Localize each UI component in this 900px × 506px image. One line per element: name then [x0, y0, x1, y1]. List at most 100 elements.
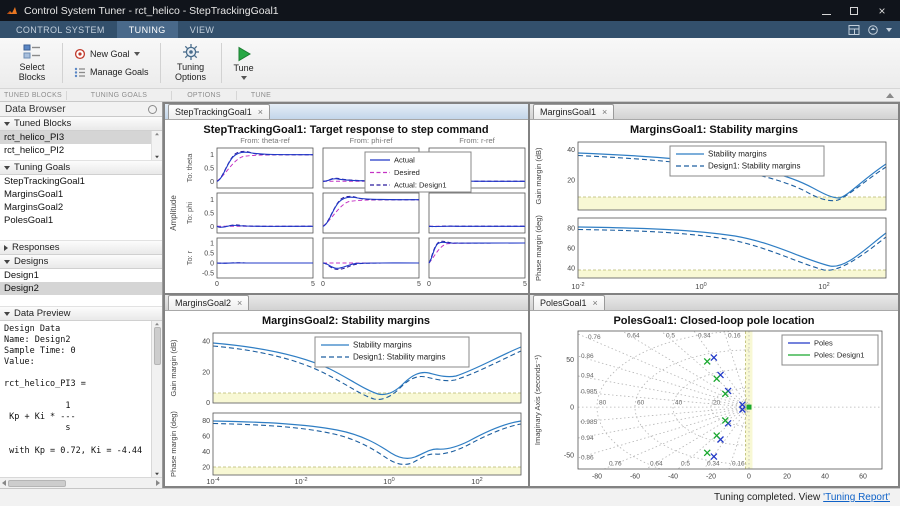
- design-item[interactable]: Design2: [0, 282, 162, 295]
- tab-control-system[interactable]: CONTROL SYSTEM: [4, 21, 117, 38]
- tuning-options-button[interactable]: Tuning Options: [163, 42, 219, 84]
- close-icon[interactable]: ×: [258, 108, 263, 117]
- svg-text:0: 0: [215, 281, 219, 288]
- scroll-up-icon[interactable]: [155, 323, 159, 326]
- svg-text:MarginsGoal2: Stability margin: MarginsGoal2: Stability margins: [262, 315, 430, 327]
- svg-text:1: 1: [210, 197, 214, 204]
- svg-text:Design1: Stability margins: Design1: Stability margins: [353, 353, 445, 362]
- horizontal-scrollbar[interactable]: [0, 477, 162, 488]
- svg-text:20: 20: [783, 474, 791, 481]
- scroll-down-icon[interactable]: [155, 473, 159, 476]
- legend[interactable]: Actual Desired Actual: Design1: [365, 152, 471, 192]
- svg-text:To: theta: To: theta: [185, 153, 194, 183]
- scrollbar[interactable]: [151, 131, 162, 160]
- select-blocks-button[interactable]: Select Blocks: [4, 42, 60, 84]
- figure-tab-steptrackinggoal1[interactable]: StepTrackingGoal1 ×: [168, 104, 270, 119]
- tuned-block-item[interactable]: rct_helico_PI3: [0, 131, 151, 144]
- tuning-goal-item[interactable]: MarginsGoal2: [0, 201, 162, 214]
- figure-tab-marginsgoal2[interactable]: MarginsGoal2 ×: [168, 295, 249, 310]
- svg-text:40: 40: [567, 147, 575, 154]
- tab-tuning[interactable]: TUNING: [117, 21, 178, 38]
- scroll-up-icon[interactable]: [155, 133, 159, 136]
- tuning-report-link[interactable]: 'Tuning Report': [823, 492, 890, 503]
- svg-text:1: 1: [210, 241, 214, 248]
- close-icon[interactable]: ×: [602, 108, 607, 117]
- svg-text:5: 5: [523, 281, 527, 288]
- data-preview-area: Design Data Name: Design2 Sample Time: 0…: [0, 321, 162, 488]
- svg-text:0: 0: [427, 281, 431, 288]
- figure-tab-label: MarginsGoal1: [540, 107, 596, 117]
- tuning-options-icon: [182, 43, 200, 61]
- scroll-right-icon[interactable]: [156, 480, 160, 486]
- panel-options-icon[interactable]: [148, 105, 157, 114]
- tab-view[interactable]: VIEW: [178, 21, 227, 38]
- minimize-button[interactable]: [814, 2, 838, 19]
- svg-text:0.86: 0.86: [581, 455, 594, 462]
- tuning-goal-item[interactable]: MarginsGoal1: [0, 188, 162, 201]
- gain-axis-label: Gain margin (dB): [534, 147, 543, 205]
- restore-button[interactable]: [842, 2, 866, 19]
- new-goal-button[interactable]: New Goal: [70, 47, 144, 61]
- panel-marginsgoal2: MarginsGoal2 × MarginsGoal2: Stability m…: [165, 295, 528, 486]
- scroll-left-icon[interactable]: [2, 480, 6, 486]
- section-title: Tuning Goals: [14, 162, 70, 173]
- vertical-scrollbar[interactable]: [151, 321, 162, 477]
- tuned-block-item[interactable]: rct_helico_PI2: [0, 144, 151, 157]
- svg-text:0.16: 0.16: [728, 333, 741, 340]
- control-system-tuner-window: Control System Tuner - rct_helico - Step…: [0, 0, 900, 506]
- select-blocks-icon: [23, 43, 41, 61]
- svg-text:0.5: 0.5: [204, 166, 214, 173]
- figure-tab-polesgoal1[interactable]: PolesGoal1 ×: [533, 295, 605, 310]
- panel-polesgoal1: PolesGoal1 × PolesGoal1: Closed-loop pol…: [530, 295, 898, 486]
- chevron-down-icon[interactable]: [886, 28, 892, 32]
- svg-text:40: 40: [202, 449, 210, 456]
- svg-text:80: 80: [202, 418, 210, 425]
- svg-text:0.985: 0.985: [581, 389, 598, 396]
- svg-text:Stability margins: Stability margins: [708, 150, 767, 159]
- dock-icon[interactable]: [867, 24, 879, 36]
- svg-text:-50: -50: [564, 452, 574, 459]
- close-button[interactable]: ×: [870, 2, 894, 19]
- toolstrip-section-labels: TUNED BLOCKS TUNING GOALS OPTIONS TUNE: [0, 89, 900, 102]
- close-icon[interactable]: ×: [237, 299, 242, 308]
- scroll-thumb[interactable]: [8, 480, 66, 487]
- legend[interactable]: Poles Poles: Design1: [782, 335, 878, 365]
- svg-text:40: 40: [202, 338, 210, 345]
- figure-tab-marginsgoal1[interactable]: MarginsGoal1 ×: [533, 104, 614, 119]
- section-header-responses[interactable]: Responses: [0, 241, 162, 255]
- svg-text:Stability margins: Stability margins: [353, 341, 412, 350]
- section-header-designs[interactable]: Designs: [0, 255, 162, 269]
- section-header-tuning-goals[interactable]: Tuning Goals: [0, 161, 162, 175]
- scroll-down-icon[interactable]: [155, 156, 159, 159]
- section-header-data-preview[interactable]: Data Preview: [0, 307, 162, 321]
- status-bar: Tuning completed. View 'Tuning Report': [0, 488, 900, 506]
- collapse-toolstrip-icon[interactable]: [886, 93, 894, 98]
- svg-text:60: 60: [637, 400, 645, 407]
- step-response-plot: StepTrackingGoal1: Target response to st…: [165, 120, 528, 293]
- section-header-tuned-blocks[interactable]: Tuned Blocks: [0, 117, 162, 131]
- svg-text:To: r: To: r: [185, 250, 194, 265]
- design-item[interactable]: Design1: [0, 269, 162, 282]
- data-browser-panel: Data Browser Tuned Blocks rct_helico_PI3…: [0, 102, 163, 488]
- group-tuned-blocks: Select Blocks: [4, 40, 60, 86]
- svg-text:0: 0: [210, 261, 214, 268]
- legend[interactable]: Stability margins Design1: Stability mar…: [315, 337, 469, 367]
- tuning-goal-item[interactable]: PolesGoal1: [0, 214, 162, 227]
- manage-goals-button[interactable]: Manage Goals: [70, 65, 153, 79]
- svg-text:From: phi-ref: From: phi-ref: [350, 136, 394, 145]
- svg-text:20: 20: [202, 465, 210, 472]
- svg-text:80: 80: [599, 400, 607, 407]
- close-icon[interactable]: ×: [593, 299, 598, 308]
- svg-text:80: 80: [567, 226, 575, 233]
- svg-text:40: 40: [567, 266, 575, 273]
- chevron-down-icon: [134, 52, 140, 56]
- svg-text:StepTrackingGoal1: Target resp: StepTrackingGoal1: Target response to st…: [203, 124, 488, 136]
- tune-button[interactable]: Tune: [224, 45, 264, 81]
- new-goal-label: New Goal: [90, 49, 130, 59]
- layout-icon[interactable]: [848, 24, 860, 36]
- scroll-thumb[interactable]: [154, 327, 161, 365]
- toolbar-separator: [160, 43, 161, 83]
- legend[interactable]: Stability margins Design1: Stability mar…: [670, 146, 824, 176]
- figure-tab-label: MarginsGoal2: [175, 298, 231, 308]
- tuning-goal-item[interactable]: StepTrackingGoal1: [0, 175, 162, 188]
